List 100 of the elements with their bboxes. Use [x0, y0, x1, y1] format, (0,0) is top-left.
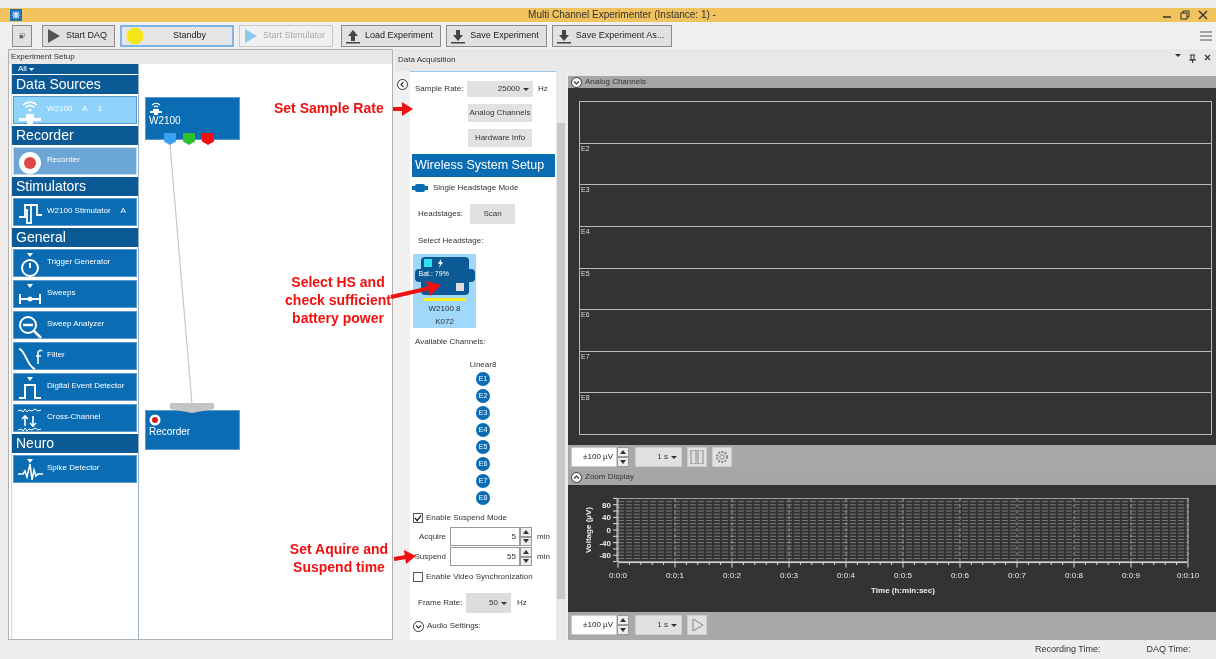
time-field[interactable]: 55 — [450, 547, 520, 566]
magnifier-icon — [17, 314, 43, 340]
play-icon — [690, 618, 704, 632]
tick-label: 0 — [606, 526, 611, 535]
palette-item[interactable]: Filter — [13, 342, 137, 370]
input-connector[interactable] — [170, 403, 214, 413]
down-arrow-icon — [523, 559, 529, 564]
battery-bar — [423, 298, 466, 301]
annotation-text: Select HS and check sufficient battery power — [284, 273, 392, 327]
panel-button[interactable]: Analog Channels — [468, 104, 532, 122]
close-icon — [1204, 54, 1211, 61]
tick-label: 0:0:0 — [609, 571, 627, 580]
toolbar-button[interactable]: Load Experiment — [341, 24, 442, 47]
toolbar-button[interactable]: Save Experiment — [446, 24, 547, 47]
tick-label: 0:0:1 — [666, 571, 684, 580]
panel-button[interactable]: Hardware Info — [468, 129, 532, 147]
toolbar-button[interactable]: Standby — [120, 24, 235, 47]
annotation-text: Set Sample Rate — [274, 99, 384, 117]
settings-button[interactable] — [712, 447, 732, 467]
palette-item[interactable]: Trigger Generator — [13, 249, 137, 277]
axis-title: Voltage (µV) — [584, 507, 593, 553]
scroll-thumb[interactable] — [557, 123, 565, 599]
chevron-down-icon — [413, 620, 424, 632]
checkbox[interactable] — [413, 572, 423, 582]
expand-button[interactable] — [413, 620, 424, 632]
section-header: Wireless System Setup — [412, 154, 555, 177]
up-arrow-icon — [523, 529, 529, 534]
palette-item[interactable]: Spike Detector — [13, 455, 137, 483]
up-arrow-icon — [620, 450, 626, 454]
checkbox[interactable] — [413, 513, 423, 523]
collapse-button[interactable] — [571, 471, 582, 483]
caret-icon — [501, 601, 507, 605]
port-marker[interactable] — [202, 133, 214, 145]
window-button[interactable] — [12, 24, 32, 47]
settings-icon — [715, 450, 729, 464]
time-window-dropdown[interactable]: 1 s — [635, 615, 682, 635]
collapse-button[interactable] — [397, 79, 408, 90]
close-icon — [1198, 10, 1208, 20]
annotation-text: Set Aquire and Suspend time — [288, 540, 390, 576]
tick-label: 40 — [602, 513, 611, 523]
caret-icon — [28, 67, 34, 71]
scrollbar[interactable] — [556, 71, 566, 640]
spin-down-button[interactable] — [520, 556, 532, 566]
time-field[interactable]: 5 — [450, 527, 520, 546]
filter-dropdown[interactable]: All — [12, 64, 138, 74]
port-marker[interactable] — [164, 133, 176, 145]
tick-label: 0:0:3 — [780, 571, 798, 580]
play-icon — [47, 27, 61, 44]
wireless-plug-icon — [149, 101, 163, 115]
collapse-button[interactable] — [571, 76, 582, 88]
status-square-icon — [423, 259, 432, 267]
caret-icon — [523, 87, 529, 91]
palette-item[interactable]: Sweeps — [13, 280, 137, 308]
unit-label: Hz — [538, 84, 548, 94]
spin-down-button[interactable] — [520, 536, 532, 546]
checkbox-label: Enable Video Synchronization — [426, 572, 533, 582]
toolbar-button[interactable]: Start DAQ — [42, 24, 115, 47]
range-field[interactable]: ±100 µV — [571, 615, 617, 635]
status-label: DAQ Time: — [1146, 644, 1191, 655]
palette-item[interactable]: Sweep Analyzer — [13, 311, 137, 339]
range-field[interactable]: ±100 µV — [571, 447, 617, 467]
sample-rate-dropdown[interactable]: 25000 — [467, 81, 533, 97]
node-box[interactable]: Recorder — [145, 410, 240, 450]
status-dot-icon — [126, 26, 144, 45]
record-icon — [17, 150, 43, 176]
down-arrow-icon — [523, 539, 529, 544]
chevron-left-icon — [397, 79, 408, 90]
spin-down-button[interactable] — [617, 457, 629, 467]
palette-item[interactable]: W2100 Stimulator A — [13, 198, 137, 226]
time-window-dropdown[interactable]: 1 s — [635, 447, 682, 467]
panel-title: Analog Channels — [585, 77, 646, 87]
node-box[interactable]: W2100 — [145, 97, 240, 140]
palette-item[interactable]: Digital Event Detector — [13, 373, 137, 401]
frame-rate-dropdown[interactable]: 50 — [466, 593, 511, 613]
up-arrow-icon — [523, 549, 529, 554]
restore-icon — [1180, 10, 1190, 20]
tick-label: 0:0:5 — [894, 571, 912, 580]
spin-up-button[interactable] — [617, 615, 629, 625]
panel-title: Data Acquisition — [398, 55, 456, 65]
download-icon — [556, 27, 571, 44]
palette-item[interactable]: Cross-Channel — [13, 404, 137, 432]
tick-label: 0:0:8 — [1065, 571, 1083, 580]
tick-label: 0:0:6 — [951, 571, 969, 580]
category-header: Neuro — [12, 434, 138, 453]
port-marker[interactable] — [183, 133, 195, 145]
toolbar-button[interactable]: Save Experiment As... — [551, 24, 673, 47]
spin-up-button[interactable] — [520, 527, 532, 537]
spin-down-button[interactable] — [617, 625, 629, 635]
tick-label: -40 — [599, 538, 611, 548]
axis-title: Time (h:min:sec) — [871, 586, 935, 595]
tick-label: 0:0:2 — [723, 571, 741, 580]
field-label: Available Channels: — [415, 337, 487, 348]
annotation-arrow — [390, 280, 442, 302]
indicator-square-icon — [455, 283, 464, 291]
spin-up-button[interactable] — [520, 547, 532, 557]
field-label: Acquire — [417, 531, 447, 542]
panel-title: Zoom Display — [585, 472, 634, 482]
spin-up-button[interactable] — [617, 447, 629, 457]
scan-button[interactable]: Scan — [470, 204, 515, 224]
section-label: Audio Settings: — [427, 621, 481, 631]
